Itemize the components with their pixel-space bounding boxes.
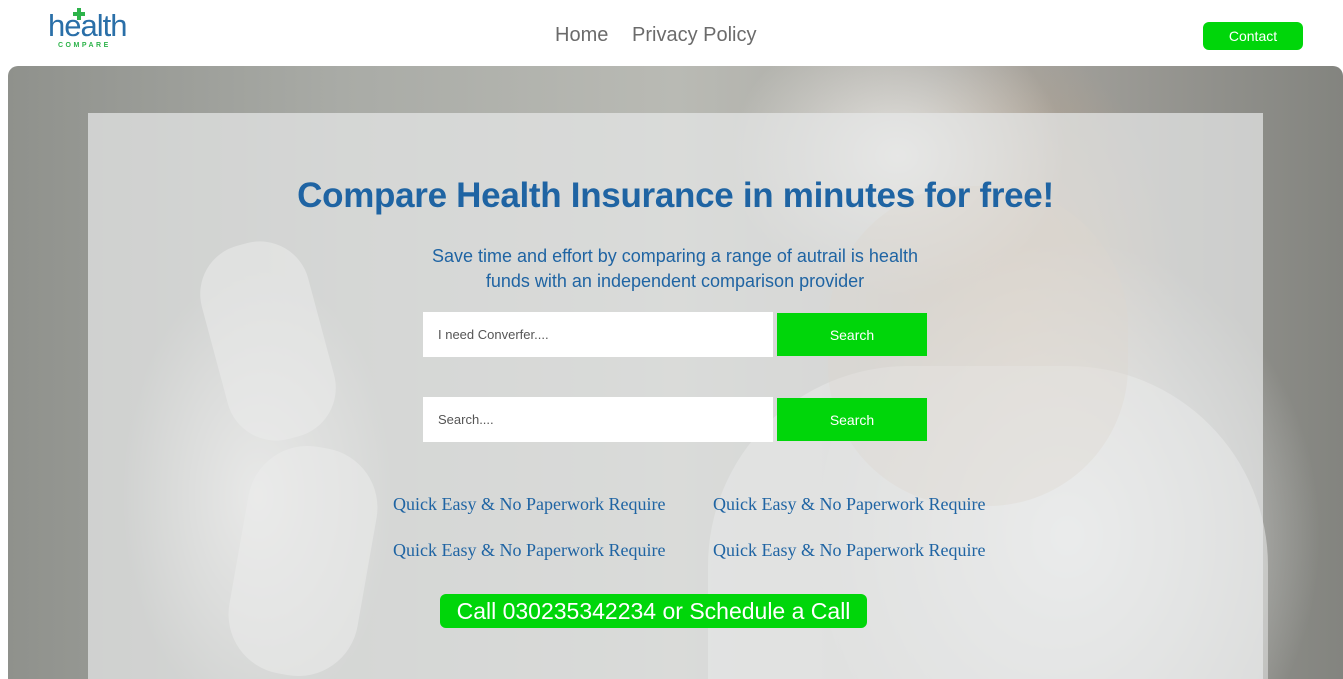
nav-privacy-policy-link[interactable]: Privacy Policy <box>632 24 756 47</box>
feature-item: Quick Easy & No Paperwork Require <box>393 494 666 514</box>
nav-home-link[interactable]: Home <box>555 24 608 47</box>
health-compare-logo[interactable]: health COMPARE <box>48 8 138 54</box>
search-input[interactable] <box>423 397 773 442</box>
logo-tagline: COMPARE <box>58 42 111 49</box>
feature-item: Quick Easy & No Paperwork Require <box>393 540 666 560</box>
hero-section: Compare Health Insurance in minutes for … <box>8 66 1343 679</box>
hero-subtitle: Save time and effort by comparing a rang… <box>432 246 918 291</box>
hero-title: Compare Health Insurance in minutes for … <box>297 176 1054 215</box>
converter-search-input[interactable] <box>423 312 773 357</box>
search-button[interactable]: Search <box>777 398 927 441</box>
feature-item: Quick Easy & No Paperwork Require <box>713 540 986 560</box>
logo-wordmark: health <box>48 8 127 43</box>
call-schedule-button[interactable]: Call 030235342234 or Schedule a Call <box>440 594 867 628</box>
site-header: health COMPARE Home Privacy Policy Conta… <box>0 0 1343 66</box>
converter-search-button[interactable]: Search <box>777 313 927 356</box>
feature-item: Quick Easy & No Paperwork Require <box>713 494 986 514</box>
contact-button[interactable]: Contact <box>1203 22 1303 50</box>
